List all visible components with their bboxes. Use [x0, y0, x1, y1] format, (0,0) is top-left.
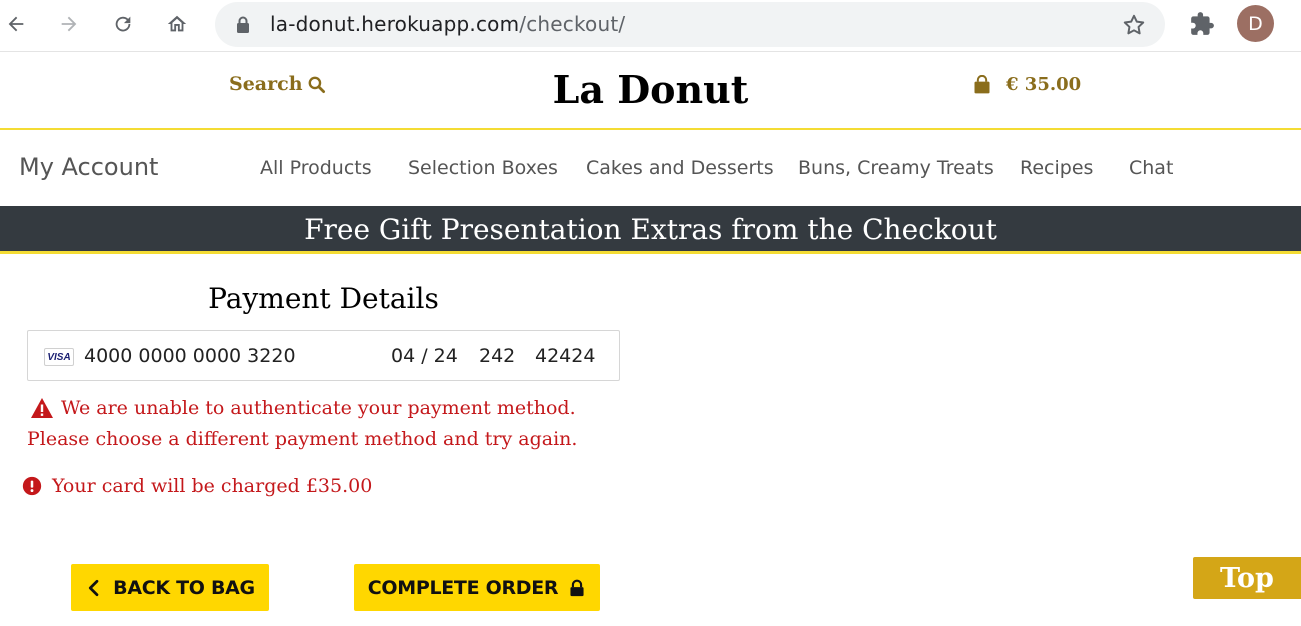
- address-bar[interactable]: la-donut.herokuapp.com/checkout/: [215, 2, 1165, 47]
- bag-total: € 35.00: [1006, 74, 1082, 95]
- payment-error-message: We are unable to authenticate your payme…: [27, 393, 617, 455]
- back-to-top-button[interactable]: Top: [1193, 557, 1301, 599]
- lock-icon: [237, 16, 249, 33]
- card-input[interactable]: VISA 4000 0000 0000 3220 04 / 24 242 424…: [27, 330, 620, 381]
- url-text: la-donut.herokuapp.com/checkout/: [270, 12, 626, 36]
- nav-item-all-products[interactable]: All Products: [260, 157, 372, 179]
- promo-banner: Free Gift Presentation Extras from the C…: [0, 206, 1301, 254]
- warning-triangle-icon: [31, 398, 53, 418]
- nav-item-buns-creamy-treats[interactable]: Buns, Creamy Treats: [798, 157, 994, 179]
- charge-notice-text: Your card will be charged £35.00: [52, 475, 373, 497]
- site-header: Search La Donut € 35.00: [0, 53, 1301, 130]
- reload-icon[interactable]: [107, 8, 139, 40]
- browser-toolbar: la-donut.herokuapp.com/checkout/ D: [0, 0, 1301, 52]
- nav-item-chat[interactable]: Chat: [1129, 157, 1173, 179]
- forward-arrow-icon[interactable]: [53, 8, 85, 40]
- site-logo[interactable]: La Donut: [0, 67, 1301, 112]
- shopping-bag-icon: [974, 74, 990, 93]
- payment-details-title: Payment Details: [208, 282, 439, 315]
- back-to-bag-label: BACK TO BAG: [113, 576, 255, 599]
- back-arrow-icon[interactable]: [0, 8, 32, 40]
- nav-item-selection-boxes[interactable]: Selection Boxes: [408, 157, 558, 179]
- lock-icon: [570, 579, 584, 596]
- complete-order-button[interactable]: COMPLETE ORDER: [354, 564, 600, 611]
- visa-icon: VISA: [44, 348, 74, 366]
- extensions-puzzle-icon[interactable]: [1189, 11, 1215, 37]
- exclamation-circle-icon: [22, 476, 42, 496]
- shopping-bag-link[interactable]: € 35.00: [972, 74, 1081, 95]
- main-navigation: My Account All Products Selection Boxes …: [0, 131, 1301, 206]
- my-account-link[interactable]: My Account: [19, 153, 158, 181]
- back-to-bag-button[interactable]: BACK TO BAG: [71, 564, 269, 611]
- charge-notice: Your card will be charged £35.00: [22, 475, 372, 497]
- nav-item-cakes-desserts[interactable]: Cakes and Desserts: [586, 157, 774, 179]
- card-cvc-field[interactable]: 242: [479, 345, 515, 367]
- chevron-left-icon: [89, 579, 99, 596]
- card-expiry-field[interactable]: 04 / 24: [391, 345, 458, 367]
- nav-item-recipes[interactable]: Recipes: [1020, 157, 1093, 179]
- home-icon[interactable]: [161, 8, 193, 40]
- bookmark-star-icon[interactable]: [1121, 12, 1147, 38]
- payment-error-text: We are unable to authenticate your payme…: [27, 397, 578, 450]
- card-postal-field[interactable]: 42424: [535, 345, 595, 367]
- complete-order-label: COMPLETE ORDER: [367, 576, 559, 599]
- profile-avatar[interactable]: D: [1237, 5, 1274, 42]
- card-number-field[interactable]: 4000 0000 0000 3220: [84, 345, 296, 367]
